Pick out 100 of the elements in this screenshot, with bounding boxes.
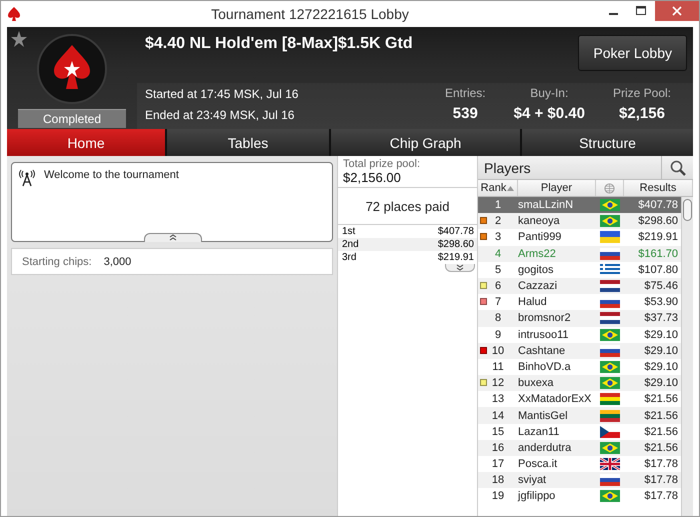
result-cell-text: $107.80 [637, 264, 679, 276]
player-row[interactable]: 13 XxMatadorExX $21.56 [478, 391, 681, 408]
player-row[interactable]: 4 Arms22 $161.70 [478, 246, 681, 262]
player-name: Cashtane [518, 344, 566, 357]
player-name: Posca.it [518, 458, 558, 470]
flag-icon [600, 215, 620, 228]
rank-cell: 15 [492, 426, 504, 438]
player-name: Arms22 [518, 248, 557, 260]
rank-cell: 12 [492, 377, 504, 390]
player-row[interactable]: 8 bromsnor2 $37.73 [478, 310, 681, 326]
rank-cell: 16 [492, 442, 504, 454]
player-row[interactable]: 18 sviyat $17.78 [478, 472, 681, 488]
column-header[interactable]: Results [624, 180, 693, 196]
amount-cell: $219.91 [438, 251, 474, 264]
rank-cell: 8 [494, 312, 502, 324]
result-cell-text: $29.10 [643, 328, 679, 341]
amount-cell: $407.78 [438, 225, 474, 238]
logo-icon [36, 33, 108, 105]
expand-button[interactable] [445, 264, 475, 272]
player-row[interactable]: 14 MantisGel $21.56 [478, 407, 681, 424]
news-message: Welcome to the tournament [44, 169, 179, 183]
flag-icon [600, 231, 620, 244]
result-cell-text: $21.56 [643, 426, 679, 438]
result-cell-text: $219.91 [637, 231, 679, 244]
player-name: Cazzazi [518, 280, 558, 292]
rank-cell: 10 [492, 344, 504, 357]
tournament-name: $4.40 NL Hold'em [8-Max]$1.5K Gtd [145, 35, 413, 53]
minimize-icon [608, 13, 618, 15]
player-name: Panti999 [518, 231, 562, 244]
star-icon[interactable] [10, 30, 28, 48]
result-cell-text: $407.78 [637, 199, 679, 212]
poker-lobby-button[interactable]: Poker Lobby [578, 35, 687, 71]
chevron-icon [456, 264, 464, 271]
player-row[interactable]: 16 anderdutra $21.56 [478, 440, 681, 456]
place-cell: 1st [342, 225, 356, 238]
flag-icon [600, 280, 620, 292]
players-title: Players [483, 159, 532, 178]
stat-value: $4 + $0.40 [514, 105, 585, 122]
total-prize-label: Total prize pool: [343, 158, 422, 170]
tab[interactable]: Structure [522, 129, 693, 156]
player-name: intrusoo11 [518, 328, 570, 341]
rank-cell: 14 [492, 410, 504, 422]
result-cell-text: $161.70 [637, 248, 679, 260]
tab[interactable]: Home [7, 129, 165, 156]
tab[interactable]: Chip Graph [331, 129, 520, 156]
stat-value: 539 [452, 105, 478, 122]
player-name: Halud [518, 296, 548, 308]
flag-icon [600, 426, 620, 438]
close-icon [672, 6, 682, 16]
result-cell-text: $17.78 [643, 458, 679, 470]
flag-icon [600, 344, 620, 357]
player-name: XxMatadorExX [518, 393, 592, 406]
player-row[interactable]: 2 kaneoya $298.60 [478, 213, 681, 230]
chevron-icon [169, 234, 177, 241]
result-cell-text: $53.90 [643, 296, 679, 308]
player-name: BinhoVD.a [518, 360, 572, 373]
player-row[interactable]: 15 Lazan11 $21.56 [478, 424, 681, 440]
status-label: Completed [18, 109, 126, 128]
info-value: 3,000 [104, 256, 132, 268]
player-row[interactable]: 10 Cashtane $29.10 [478, 342, 681, 359]
rank-cell: 3 [494, 231, 502, 244]
sort-icon [507, 186, 514, 190]
flag-icon [600, 442, 620, 454]
result-cell-text: $17.78 [643, 490, 679, 502]
column-header[interactable]: Rank [478, 180, 518, 196]
result-cell-text: $29.10 [643, 377, 679, 390]
flag-icon [600, 328, 620, 341]
stat-label: Prize Pool: [612, 86, 671, 100]
player-row[interactable]: 1 smaLLzinN $407.78 [478, 197, 681, 214]
rank-cell: 9 [494, 328, 502, 341]
places-paid: 72 places paid [364, 198, 450, 216]
tab[interactable]: Tables [167, 129, 329, 156]
player-row[interactable]: 7 Halud $53.90 [478, 294, 681, 310]
close-button[interactable] [655, 1, 699, 21]
player-row[interactable]: 9 intrusoo11 $29.10 [478, 326, 681, 343]
player-name: buxexa [518, 377, 554, 390]
flag-icon [600, 248, 620, 260]
player-name: jgfilippo [518, 490, 556, 502]
flag-icon [600, 377, 620, 390]
antenna-icon [18, 169, 36, 187]
stat-label: Entries: [444, 86, 486, 100]
flag-icon [600, 458, 620, 470]
rank-cell: 11 [492, 360, 504, 373]
window-title: Tournament 1272221615 Lobby [210, 6, 410, 22]
rank-cell: 2 [494, 215, 502, 228]
result-cell-text: $29.10 [643, 360, 679, 373]
result-cell-text: $75.46 [643, 280, 679, 292]
result-cell-text: $17.78 [643, 474, 679, 486]
place-cell: 2nd [342, 238, 359, 251]
player-name: gogitos [518, 264, 554, 276]
rank-cell: 13 [492, 393, 504, 406]
player-row[interactable]: 6 Cazzazi $75.46 [478, 278, 681, 294]
rank-cell: 18 [492, 474, 504, 486]
flag-icon [600, 410, 620, 422]
player-row[interactable]: 12 buxexa $29.10 [478, 375, 681, 392]
expand-button[interactable] [144, 233, 202, 242]
player-name: MantisGel [518, 410, 569, 422]
column-header[interactable]: Player [518, 180, 596, 196]
scrollbar[interactable] [681, 197, 693, 516]
place-cell: 3rd [342, 251, 356, 264]
